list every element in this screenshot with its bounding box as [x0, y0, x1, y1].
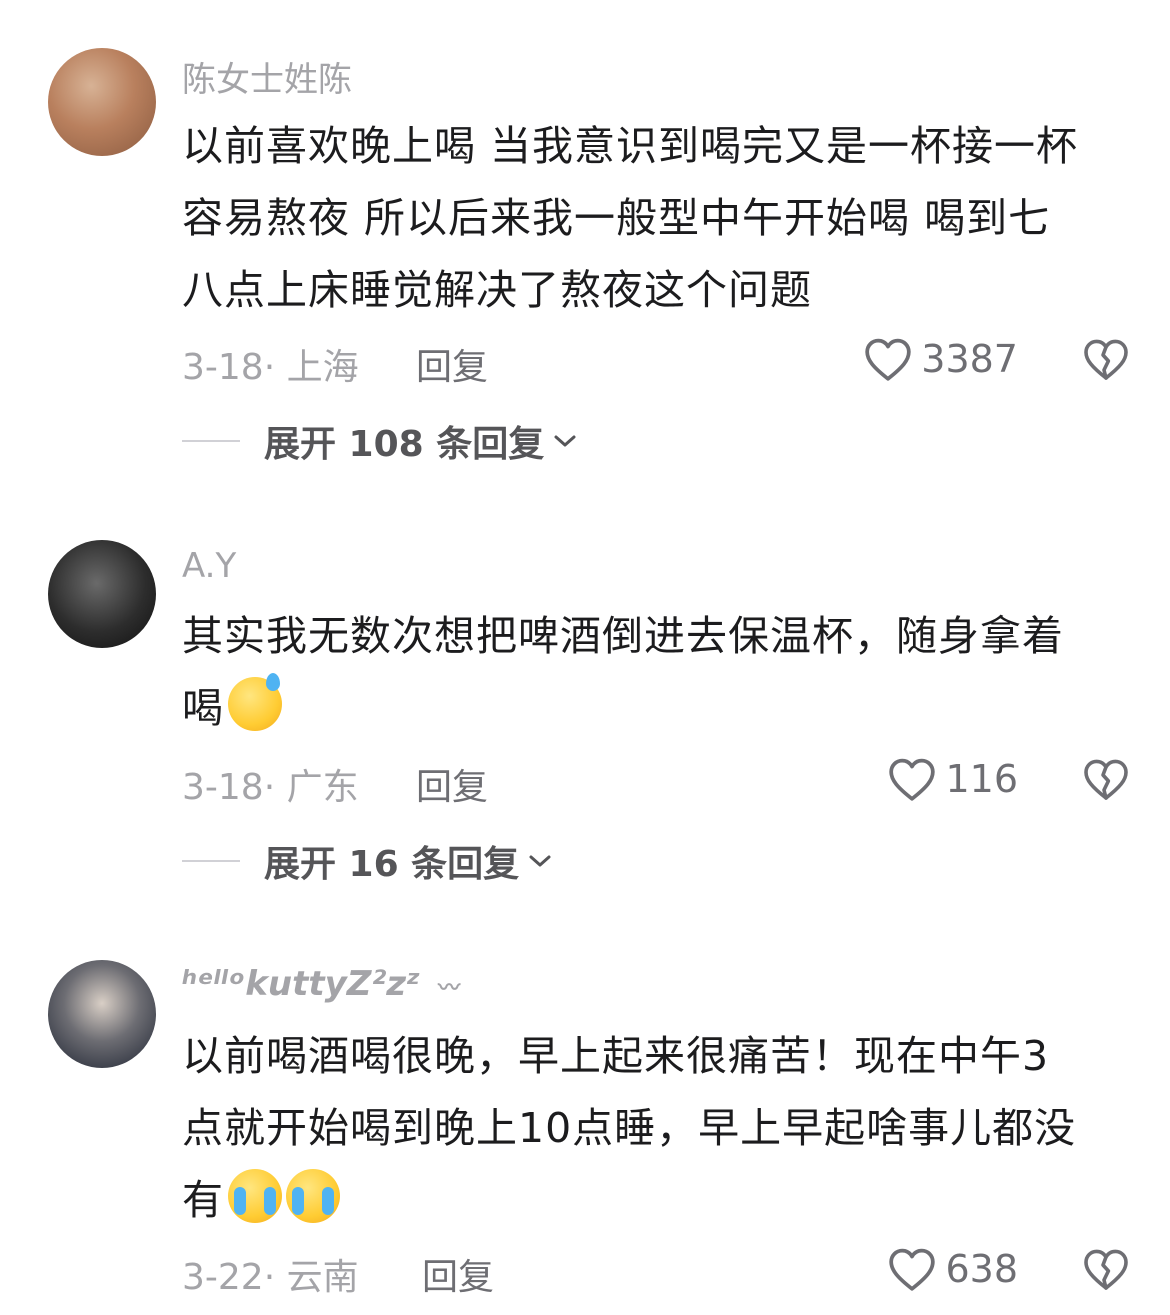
username-text: ʰᵉˡˡᵒkuttyZ²zᶻ [182, 964, 421, 1004]
audio-wave-icon: 〰 [438, 976, 461, 1001]
like-button[interactable]: 638 [887, 1246, 1018, 1292]
comment-text-line: 以前喝酒喝很晚，早上起来很痛苦！现在中午3 [182, 1032, 1050, 1080]
avatar[interactable] [48, 48, 156, 156]
avatar[interactable] [48, 960, 156, 1068]
heart-outline-icon [865, 338, 911, 381]
comment-text-fragment: 喝 [182, 684, 224, 732]
username[interactable]: ʰᵉˡˡᵒkuttyZ²zᶻ 〰 [182, 964, 460, 1004]
heart-outline-icon [889, 1248, 936, 1291]
expand-replies-label: 展开 108 条回复 [264, 424, 545, 465]
divider [182, 860, 240, 862]
comment-text-line-with-emoji: 喝 [182, 672, 1132, 744]
reply-button[interactable]: 回复 [416, 338, 488, 390]
like-button[interactable]: 3387 [863, 336, 1018, 382]
expand-replies-button[interactable]: 展开 16 条回复 [182, 836, 553, 886]
heart-outline-icon [889, 758, 936, 801]
comment-text: 以前喜欢晚上喝 当我意识到喝完又是一杯接一杯 容易熬夜 所以后来我一般型中午开始… [182, 110, 1132, 326]
comment-text-line: 八点上床睡觉解决了熬夜这个问题 [182, 266, 812, 314]
grinning-sweat-emoji-icon [228, 673, 282, 731]
broken-heart-icon[interactable] [1082, 756, 1130, 802]
comment-text-line-with-emoji: 有 [182, 1164, 1132, 1236]
divider [182, 440, 240, 442]
expand-replies-label: 展开 16 条回复 [264, 844, 520, 885]
comment-meta: 3-22· 云南 回复 638 [182, 1246, 1142, 1300]
comment-meta: 3-18· 上海 回复 3387 [182, 336, 1142, 390]
like-count: 3387 [921, 337, 1018, 381]
comment-text: 其实我无数次想把啤酒倒进去保温杯，随身拿着 喝 [182, 600, 1132, 744]
expand-replies-button[interactable]: 展开 108 条回复 [182, 416, 578, 466]
broken-heart-icon[interactable] [1082, 336, 1130, 382]
comment-meta: 3-18· 广东 回复 116 [182, 756, 1142, 810]
comment-text: 以前喝酒喝很晚，早上起来很痛苦！现在中午3 点就开始喝到晚上10点睡，早上早起啥… [182, 1020, 1132, 1236]
date-location: 3-18· 上海 [182, 347, 359, 388]
comment-text-line: 以前喜欢晚上喝 当我意识到喝完又是一杯接一杯 [182, 122, 1079, 170]
username[interactable]: A.Y [182, 546, 236, 586]
chevron-down-icon [554, 435, 576, 447]
reply-button[interactable]: 回复 [416, 758, 488, 810]
like-count: 116 [945, 757, 1018, 801]
date-location: 3-18· 广东 [182, 767, 359, 808]
reply-button[interactable]: 回复 [422, 1248, 494, 1300]
date-location: 3-22· 云南 [182, 1257, 359, 1298]
like-button[interactable]: 116 [887, 756, 1018, 802]
crying-emoji-icon [286, 1169, 340, 1223]
comment-text-line: 点就开始喝到晚上10点睡，早上早起啥事儿都没 [182, 1104, 1077, 1152]
comment-text-fragment: 有 [182, 1176, 224, 1224]
comment-text-line: 容易熬夜 所以后来我一般型中午开始喝 喝到七 [182, 194, 1051, 242]
username[interactable]: 陈女士姓陈 [182, 52, 352, 101]
comment-text-line: 其实我无数次想把啤酒倒进去保温杯，随身拿着 [182, 612, 1064, 660]
like-count: 638 [945, 1247, 1018, 1291]
broken-heart-icon[interactable] [1082, 1246, 1130, 1292]
avatar[interactable] [48, 540, 156, 648]
crying-emoji-icon [228, 1169, 282, 1223]
chevron-down-icon [529, 855, 551, 867]
